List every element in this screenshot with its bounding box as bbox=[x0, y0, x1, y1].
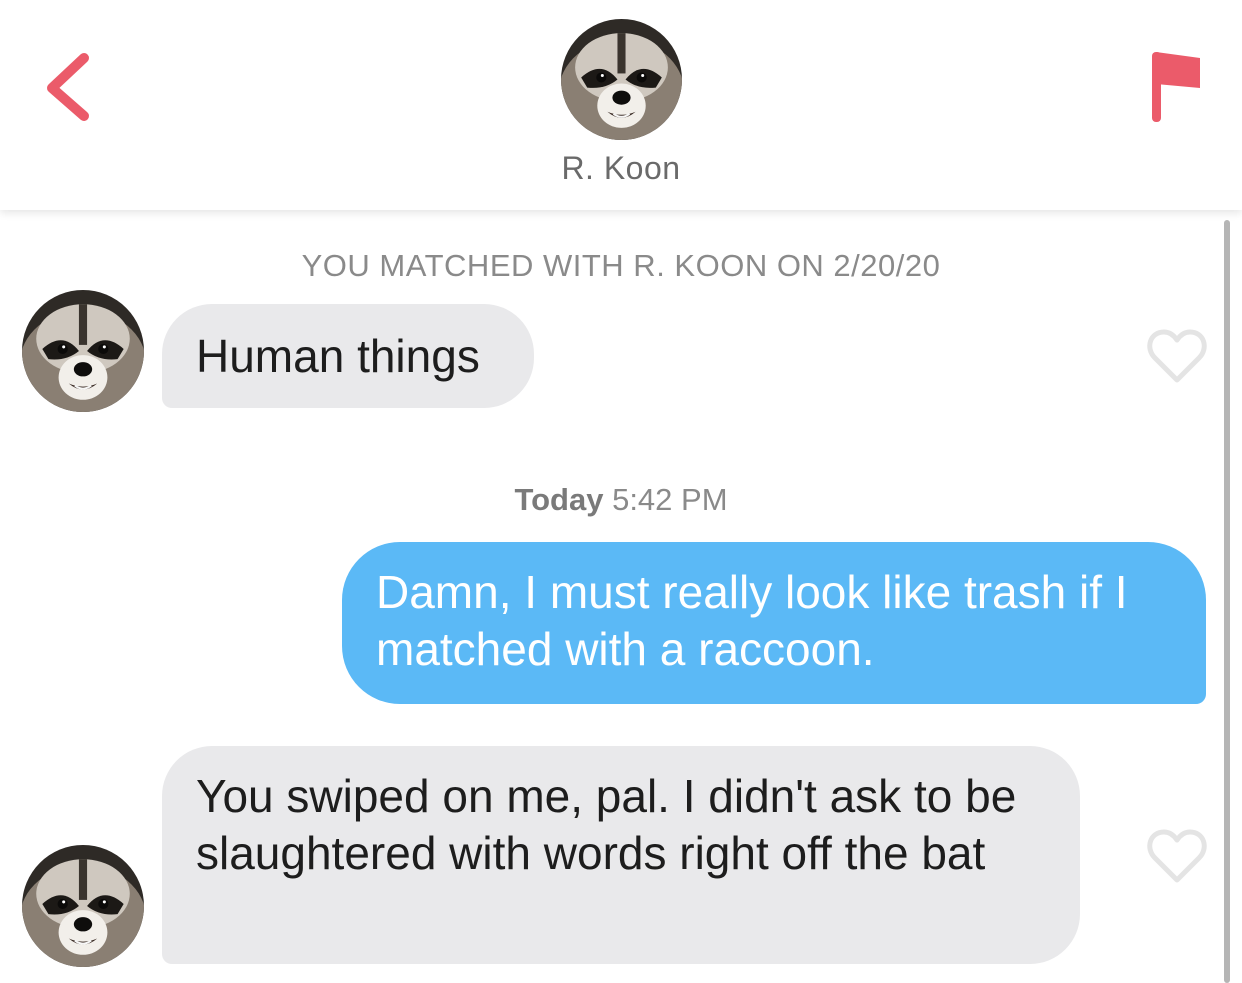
chat-header: R. Koon bbox=[0, 0, 1242, 210]
raccoon-avatar-image bbox=[22, 845, 144, 967]
like-heart-button[interactable] bbox=[1147, 328, 1207, 384]
heart-icon bbox=[1147, 829, 1207, 883]
incoming-message[interactable]: Human things bbox=[162, 304, 534, 408]
like-heart-button[interactable] bbox=[1147, 828, 1207, 884]
message-text: Human things bbox=[196, 330, 480, 382]
sender-avatar[interactable] bbox=[22, 845, 144, 967]
sender-avatar[interactable] bbox=[22, 290, 144, 412]
timestamp-day: Today bbox=[514, 482, 604, 517]
heart-icon bbox=[1147, 329, 1207, 383]
scrollbar[interactable] bbox=[1224, 220, 1230, 983]
back-button[interactable] bbox=[40, 50, 100, 124]
flag-icon bbox=[1152, 52, 1200, 122]
raccoon-avatar-image bbox=[561, 19, 682, 140]
match-name[interactable]: R. Koon bbox=[0, 150, 1242, 187]
incoming-message[interactable]: You swiped on me, pal. I didn't ask to b… bbox=[162, 746, 1080, 964]
match-avatar[interactable] bbox=[561, 19, 682, 140]
report-button[interactable] bbox=[1146, 48, 1206, 124]
raccoon-avatar-image bbox=[22, 290, 144, 412]
timestamp-time: 5:42 PM bbox=[612, 482, 728, 517]
message-text: You swiped on me, pal. I didn't ask to b… bbox=[196, 770, 1017, 879]
timestamp: Today 5:42 PM bbox=[0, 482, 1242, 518]
message-text: Damn, I must really look like trash if I… bbox=[376, 566, 1128, 675]
outgoing-message[interactable]: Damn, I must really look like trash if I… bbox=[342, 542, 1206, 704]
chevron-left-icon bbox=[47, 53, 89, 121]
match-notice: YOU MATCHED WITH R. KOON ON 2/20/20 bbox=[301, 248, 941, 283]
